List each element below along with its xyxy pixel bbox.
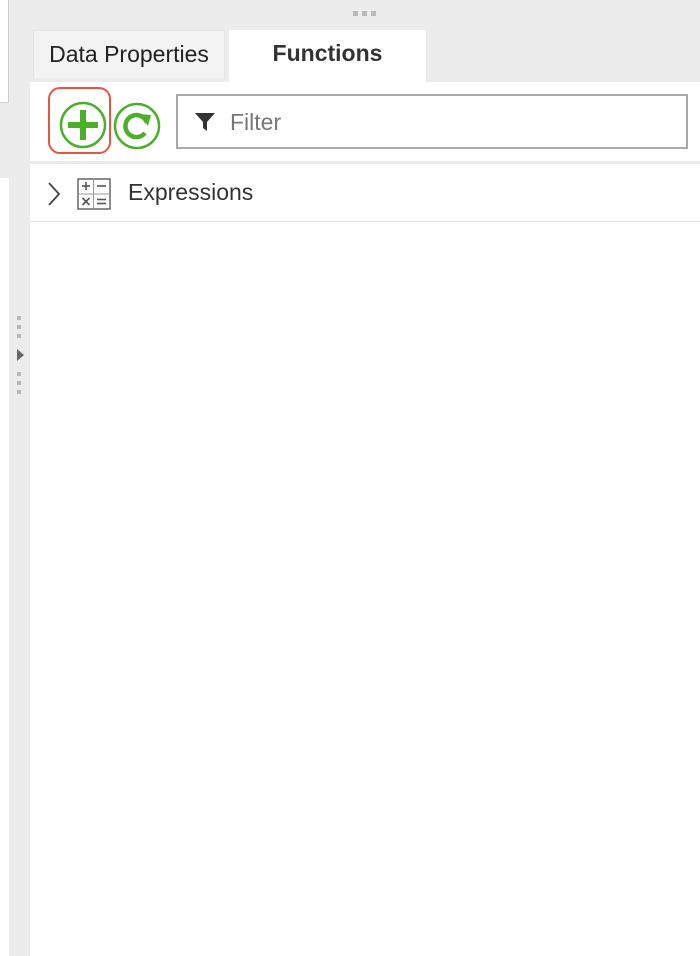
functions-panel: Data Properties Functions Filter Express… — [30, 0, 700, 956]
tree-item-expressions[interactable]: Expressions — [30, 164, 700, 222]
chevron-right-icon[interactable] — [47, 181, 61, 207]
functions-tree: Expressions — [30, 164, 700, 222]
filter-input[interactable] — [230, 102, 670, 142]
funnel-icon — [195, 113, 215, 131]
tab-functions[interactable]: Functions — [229, 30, 426, 82]
tab-data-properties[interactable]: Data Properties — [33, 30, 225, 78]
left-panel-edge — [0, 0, 9, 103]
expand-arrow-icon — [17, 349, 24, 361]
expand-panel-handle[interactable] — [14, 312, 26, 402]
left-panel-gutter-upper — [0, 103, 9, 178]
grip-dots-icon — [17, 316, 21, 338]
plus-circle-icon — [59, 101, 107, 149]
add-function-button[interactable] — [58, 101, 108, 149]
refresh-button[interactable] — [113, 102, 161, 150]
tree-item-label: Expressions — [128, 179, 254, 205]
tab-bar: Data Properties Functions — [30, 0, 700, 82]
left-panel-gutter — [9, 0, 30, 956]
calculator-icon — [77, 178, 111, 210]
app-root: Data Properties Functions Filter Express… — [0, 0, 700, 956]
filter-field[interactable] — [176, 94, 688, 149]
resize-grip-icon[interactable] — [353, 11, 379, 17]
left-sidebar-collapsed — [0, 0, 30, 956]
functions-toolbar — [30, 82, 700, 162]
grip-dots-icon — [17, 372, 21, 394]
refresh-icon — [113, 102, 161, 150]
